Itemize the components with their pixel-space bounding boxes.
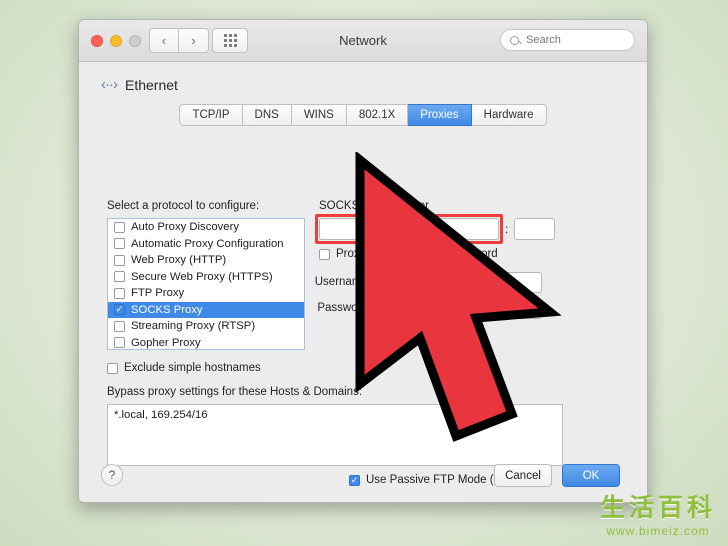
protocol-label: Secure Web Proxy (HTTPS) bbox=[131, 270, 273, 283]
checkbox-streaming-proxy-rtsp[interactable] bbox=[114, 320, 125, 332]
password-input[interactable] bbox=[385, 298, 542, 319]
protocol-row-socks-proxy[interactable]: SOCKS Proxy bbox=[108, 301, 304, 318]
protocol-label: Auto Proxy Discovery bbox=[131, 221, 239, 234]
window-content: ‹··› Ethernet TCP/IP DNS WINS 802.1X Pro… bbox=[79, 62, 647, 502]
tab-dns[interactable]: DNS bbox=[242, 104, 292, 126]
checkbox-web-proxy-http[interactable] bbox=[114, 254, 125, 266]
bypass-proxy-textarea[interactable]: *.local, 169.254/16 bbox=[107, 404, 563, 466]
protocol-label: Automatic Proxy Configuration bbox=[131, 237, 284, 250]
password-label: Password: bbox=[317, 302, 371, 314]
protocol-row-gopher-proxy[interactable]: Gopher Proxy bbox=[108, 335, 304, 352]
tab-proxies[interactable]: Proxies bbox=[408, 104, 472, 126]
checkbox-automatic-proxy-configuration[interactable] bbox=[114, 238, 125, 250]
port-separator: : bbox=[505, 222, 509, 236]
ethernet-icon: ‹··› bbox=[101, 76, 118, 93]
checkbox-secure-web-proxy-https[interactable] bbox=[114, 271, 125, 283]
protocol-label: FTP Proxy bbox=[131, 287, 185, 300]
socks-proxy-server-label: SOCKS Proxy Server bbox=[319, 200, 429, 212]
protocol-label: SOCKS Proxy bbox=[131, 303, 203, 316]
search-input[interactable] bbox=[524, 33, 624, 47]
cancel-button[interactable]: Cancel bbox=[494, 464, 552, 487]
network-preferences-window: ‹ › Network ‹··› Ethernet TCP/IP bbox=[78, 19, 648, 503]
protocol-label: Web Proxy (HTTP) bbox=[131, 254, 227, 267]
tab-wins[interactable]: WINS bbox=[291, 104, 347, 126]
tab-hardware[interactable]: Hardware bbox=[471, 104, 547, 126]
protocol-row-automatic-proxy-configuration[interactable]: Automatic Proxy Configuration bbox=[108, 236, 304, 253]
protocol-label: Streaming Proxy (RTSP) bbox=[131, 320, 256, 333]
proxy-auth-row[interactable]: Proxy server requires password bbox=[319, 248, 498, 260]
protocol-row-secure-web-proxy-https[interactable]: Secure Web Proxy (HTTPS) bbox=[108, 269, 304, 286]
tab-row: TCP/IP DNS WINS 802.1X Proxies Hardware bbox=[179, 104, 547, 126]
interface-name: Ethernet bbox=[124, 76, 178, 93]
checkbox-passive-ftp[interactable] bbox=[349, 474, 360, 486]
search-field[interactable] bbox=[500, 29, 635, 51]
checkbox-ftp-proxy[interactable] bbox=[114, 287, 125, 299]
protocol-label: Gopher Proxy bbox=[131, 336, 201, 349]
protocol-row-ftp-proxy[interactable]: FTP Proxy bbox=[108, 285, 304, 302]
proxy-auth-label: Proxy server requires password bbox=[336, 248, 498, 260]
username-label: Username: bbox=[314, 276, 371, 288]
checkbox-exclude-simple-hostnames[interactable] bbox=[107, 362, 118, 374]
ok-button[interactable]: OK bbox=[562, 464, 620, 487]
interface-header: ‹··› Ethernet bbox=[101, 76, 178, 93]
watermark: 生活百科 www.bimeiz.com bbox=[600, 488, 716, 538]
protocol-row-auto-proxy-discovery[interactable]: Auto Proxy Discovery bbox=[108, 219, 304, 236]
exclude-simple-hostnames-label: Exclude simple hostnames bbox=[124, 362, 261, 374]
watermark-text: 生活百科 bbox=[599, 493, 716, 522]
highlight-rectangle bbox=[315, 214, 503, 244]
checkbox-socks-proxy[interactable] bbox=[114, 304, 125, 316]
protocol-list[interactable]: Auto Proxy Discovery Automatic Proxy Con… bbox=[107, 218, 305, 350]
help-button[interactable]: ? bbox=[101, 464, 123, 486]
exclude-simple-hostnames-row[interactable]: Exclude simple hostnames bbox=[107, 362, 261, 374]
protocol-list-label: Select a protocol to configure: bbox=[107, 200, 260, 212]
checkbox-proxy-requires-password[interactable] bbox=[319, 248, 330, 260]
protocol-row-web-proxy-http[interactable]: Web Proxy (HTTP) bbox=[108, 252, 304, 269]
protocol-row-streaming-proxy-rtsp[interactable]: Streaming Proxy (RTSP) bbox=[108, 318, 304, 335]
tab-8021x[interactable]: 802.1X bbox=[346, 104, 409, 126]
username-input[interactable] bbox=[385, 272, 542, 293]
checkbox-auto-proxy-discovery[interactable] bbox=[114, 221, 125, 233]
checkbox-gopher-proxy[interactable] bbox=[114, 337, 125, 349]
screenshot-root: ‹ › Network ‹··› Ethernet TCP/IP bbox=[0, 0, 728, 546]
bypass-proxy-label: Bypass proxy settings for these Hosts & … bbox=[107, 386, 363, 398]
watermark-url: www.bimeiz.com bbox=[606, 524, 710, 538]
socks-proxy-port-input[interactable] bbox=[514, 218, 555, 240]
proxies-panel: Select a protocol to configure: Auto Pro… bbox=[101, 138, 627, 486]
search-icon bbox=[510, 35, 519, 45]
window-titlebar: ‹ › Network bbox=[79, 20, 647, 62]
tab-tcpip[interactable]: TCP/IP bbox=[179, 104, 243, 126]
tab-bar: TCP/IP DNS WINS 802.1X Proxies Hardware bbox=[79, 104, 647, 126]
